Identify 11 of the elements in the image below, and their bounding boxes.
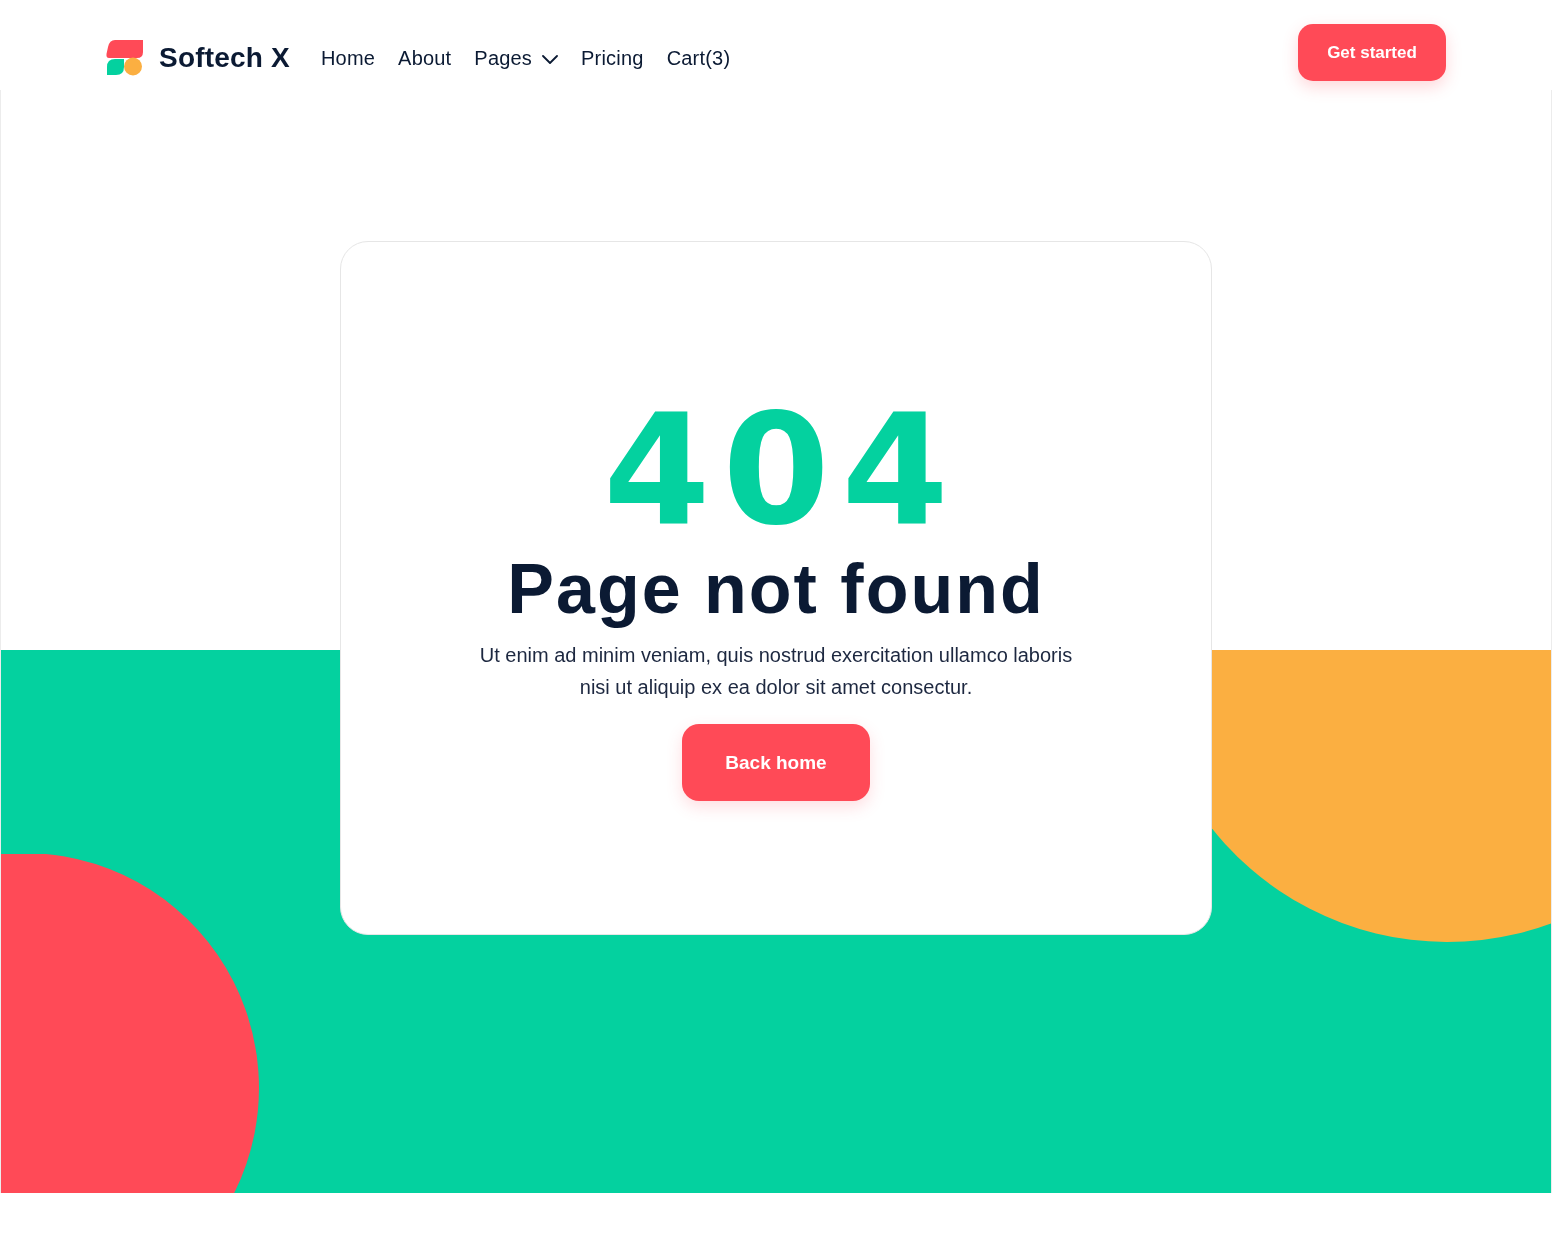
brand-link[interactable]: Softech X [106,40,290,76]
nav-link[interactable]: Cart(3) [666,46,731,70]
error-title: Page not found [507,549,1045,629]
error-message: Ut enim ad minim veniam, quis nostrud exercitation ullamco laboris nisi ut aliquip ex ea dolor sit amet consectur. [478,643,1074,700]
nav-link[interactable]: About [398,46,452,70]
chevron-down-icon [542,54,559,64]
nav-link[interactable]: Pricing [581,46,644,70]
error-code: 404 [602,405,961,535]
logo-icon [106,40,144,76]
nav-link[interactable]: Home [320,46,376,70]
nav-dropdown[interactable]: Pages [474,46,559,70]
